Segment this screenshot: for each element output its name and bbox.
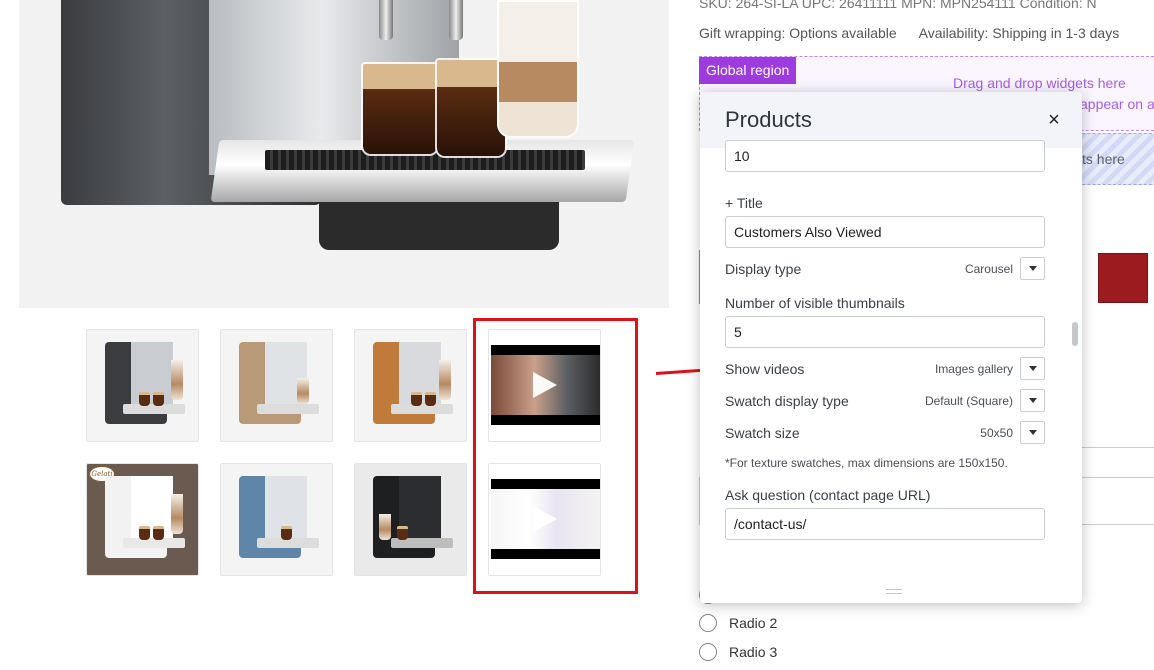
swatch-display-type-value: Default (Square) bbox=[924, 394, 1013, 408]
thumb-tray bbox=[257, 404, 319, 414]
panel-scrollbar-thumb[interactable] bbox=[1072, 322, 1078, 346]
latte-glass bbox=[497, 0, 579, 138]
thumb-machine-front bbox=[131, 476, 173, 542]
widget-region-hint: ts here bbox=[1082, 151, 1125, 167]
thumb-cup bbox=[425, 392, 436, 406]
video-thumbnails-highlight bbox=[473, 318, 638, 594]
thumb-latte bbox=[439, 360, 451, 400]
thumb-cup bbox=[411, 392, 422, 406]
show-videos-label: Show videos bbox=[725, 361, 805, 377]
display-type-dropdown[interactable] bbox=[1020, 257, 1045, 280]
radio-option[interactable]: Radio 2 bbox=[699, 613, 777, 633]
thumb-tray bbox=[391, 404, 453, 414]
product-codes: SKU: 264-SI-LA UPC: 26411111 MPN: MPN254… bbox=[699, 0, 1097, 11]
show-videos-dropdown[interactable] bbox=[1020, 357, 1045, 380]
radio-button[interactable] bbox=[699, 643, 717, 661]
gift-wrapping: Gift wrapping: Options available bbox=[699, 25, 897, 41]
visible-thumbnails-label: Number of visible thumbnails bbox=[725, 295, 905, 311]
drop-hint: Drag and drop widgets here bbox=[953, 75, 1126, 91]
panel-scrollbar[interactable] bbox=[1070, 148, 1080, 578]
display-type-value: Carousel bbox=[964, 262, 1013, 276]
ask-question-label: Ask question (contact page URL) bbox=[725, 487, 931, 503]
thumb-machine-front bbox=[131, 342, 173, 408]
thumb-cup bbox=[281, 526, 292, 540]
products-limit-input[interactable]: 10 bbox=[725, 140, 1045, 172]
spout bbox=[379, 0, 393, 40]
display-type-label: Display type bbox=[725, 261, 802, 277]
availability: Availability: Shipping in 1-3 days bbox=[918, 25, 1120, 41]
color-swatch[interactable] bbox=[1098, 253, 1148, 303]
radio-label: Radio 2 bbox=[729, 615, 778, 631]
radio-button[interactable] bbox=[699, 614, 717, 632]
radio-option[interactable]: Radio 3 bbox=[699, 642, 777, 662]
thumb-latte bbox=[171, 494, 183, 534]
panel-body: 10 + Title Customers Also Viewed Display… bbox=[700, 140, 1082, 603]
thumb-tray bbox=[123, 538, 185, 548]
thumb-tray bbox=[123, 404, 185, 414]
thumb-cup bbox=[139, 392, 150, 406]
close-icon[interactable]: × bbox=[1043, 109, 1065, 131]
thumb-cup bbox=[153, 526, 164, 540]
thumbnail-silver-machine[interactable] bbox=[86, 329, 199, 442]
machine-base bbox=[319, 195, 559, 250]
panel-title: Products bbox=[725, 107, 812, 132]
swatch-size-dropdown[interactable] bbox=[1020, 421, 1045, 444]
thumbnail-copper-machine[interactable] bbox=[354, 329, 467, 442]
thumbnail-black-machine[interactable] bbox=[354, 463, 467, 576]
resize-grip-icon[interactable] bbox=[886, 589, 902, 594]
title-label[interactable]: + Title bbox=[725, 195, 763, 211]
thumbnail-beige-machine[interactable] bbox=[220, 329, 333, 442]
swatch-size-value: 50x50 bbox=[980, 426, 1013, 440]
thumb-cup bbox=[397, 526, 408, 540]
show-videos-value: Images gallery bbox=[934, 362, 1013, 376]
spout bbox=[449, 0, 463, 40]
product-meta: Gift wrapping: Options available Availabi… bbox=[699, 25, 1119, 41]
thumb-latte bbox=[171, 360, 183, 400]
ask-question-url-input[interactable]: /contact-us/ bbox=[725, 508, 1045, 540]
thumb-cup bbox=[139, 526, 150, 540]
drop-hint-continued: appear on a bbox=[1080, 96, 1154, 112]
swatch-display-type-dropdown[interactable] bbox=[1020, 389, 1045, 412]
title-input[interactable]: Customers Also Viewed bbox=[725, 216, 1045, 248]
divider bbox=[1082, 447, 1154, 448]
radio-label: Radio 3 bbox=[729, 644, 778, 660]
products-settings-panel: Products × 10 + Title Customers Also Vie… bbox=[700, 92, 1082, 603]
swatch-note: *For texture swatches, max dimensions ar… bbox=[725, 456, 1008, 470]
global-region-tag: Global region bbox=[699, 57, 797, 84]
thumb-cup bbox=[153, 392, 164, 406]
visible-thumbnails-input[interactable]: 5 bbox=[725, 316, 1045, 348]
thumb-latte bbox=[297, 378, 309, 404]
main-product-image[interactable] bbox=[19, 0, 669, 308]
thumbnail-white-machine[interactable]: Gelati bbox=[86, 463, 199, 576]
espresso-glass bbox=[361, 62, 439, 156]
thumbnail-blue-machine[interactable] bbox=[220, 463, 333, 576]
swatch-size-label: Swatch size bbox=[725, 425, 800, 441]
swatch-display-type-label: Swatch display type bbox=[725, 393, 849, 409]
thumb-latte bbox=[379, 514, 391, 540]
